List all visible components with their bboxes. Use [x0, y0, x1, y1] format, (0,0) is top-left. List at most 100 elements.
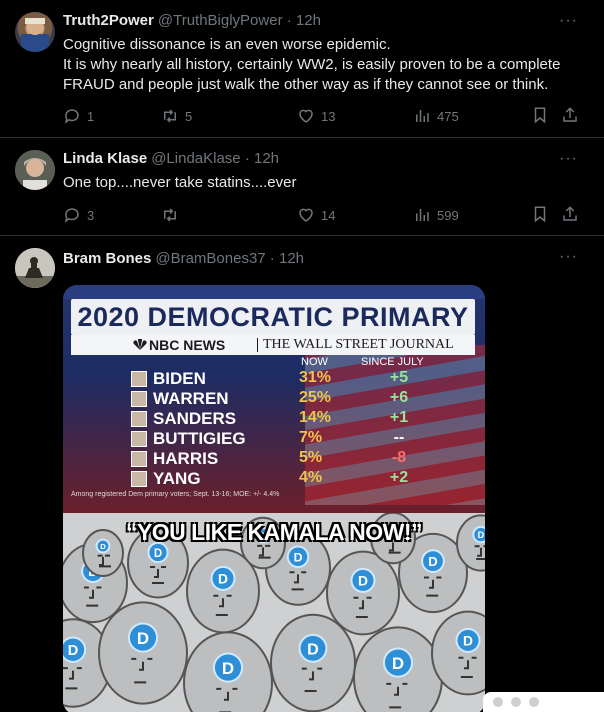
npc-badge-letter: D: [218, 571, 228, 587]
candidate-since: -8: [391, 449, 407, 466]
candidate-photo: [131, 391, 147, 407]
analytics-icon: [413, 206, 431, 224]
poll-title: 2020 DEMOCRATIC PRIMARY: [77, 302, 469, 332]
poll-footnote: Among registered Dem primary voters; Sep…: [71, 491, 280, 498]
tweet-text-line: Cognitive dissonance is an even worse ep…: [63, 36, 391, 53]
poll-source-nbc: NBC NEWS: [149, 337, 226, 353]
candidate-row: WARREN 25% +6: [131, 389, 461, 409]
heart-icon: [297, 107, 315, 125]
more-options-icon[interactable]: ···: [559, 248, 578, 266]
like-button[interactable]: 13: [297, 106, 335, 126]
candidate-since: +5: [389, 369, 409, 386]
npc-badge-letter: D: [307, 640, 319, 658]
tweet[interactable]: Linda Klase @LindaKlase · 12h ··· One top…: [0, 138, 604, 236]
candidate-row: SANDERS 14% +1: [131, 409, 461, 429]
tweet[interactable]: Truth2Power @TruthBiglyPower · 12h ··· Co…: [0, 0, 604, 138]
col-since-header: SINCE JULY: [361, 356, 424, 368]
author-handle-time[interactable]: @TruthBiglyPower · 12h: [158, 12, 321, 29]
window-controls: [483, 692, 604, 712]
candidate-row: BIDEN 31% +5: [131, 369, 461, 389]
retweet-button[interactable]: 5: [161, 106, 192, 126]
share-icon[interactable]: [561, 205, 579, 223]
npc-badge-letter: D: [463, 633, 473, 649]
npc-meme: DDDDDDDDDDDDDDDD “YOU LIKE KAMALA NOW!”: [63, 513, 485, 712]
author-handle-time[interactable]: @BramBones37 · 12h: [155, 250, 304, 267]
author-name[interactable]: Linda Klase: [63, 150, 147, 167]
retweet-button[interactable]: [161, 205, 185, 225]
poll-graphic: 2020 DEMOCRATIC PRIMARY NBC NEWS THE WAL…: [63, 285, 485, 513]
candidate-since: +1: [389, 409, 409, 426]
candidate-name: SANDERS: [153, 409, 237, 428]
tweet-media-image[interactable]: 2020 DEMOCRATIC PRIMARY NBC NEWS THE WAL…: [63, 285, 485, 712]
reply-count: 3: [87, 207, 95, 223]
candidate-row: HARRIS 5% -8: [131, 449, 461, 469]
heart-icon: [297, 206, 315, 224]
npc-head: D: [326, 550, 400, 636]
control-dot[interactable]: [529, 697, 539, 707]
candidate-name: WARREN: [153, 389, 229, 408]
views-button[interactable]: 599: [413, 205, 459, 225]
views-count: 599: [437, 207, 459, 223]
reply-icon: [63, 107, 81, 125]
npc-badge-letter: D: [294, 550, 303, 564]
avatar[interactable]: [15, 248, 55, 288]
author-name[interactable]: Truth2Power: [63, 12, 154, 29]
npc-badge-letter: D: [428, 554, 437, 569]
candidate-photo: [131, 471, 147, 487]
candidate-photo: [131, 411, 147, 427]
candidate-name: YANG: [153, 469, 201, 488]
control-dot[interactable]: [493, 697, 503, 707]
views-button[interactable]: 475: [413, 106, 459, 126]
candidate-now: 14%: [299, 409, 332, 426]
candidate-now: 4%: [299, 469, 323, 486]
candidate-now: 5%: [299, 449, 323, 466]
npc-head: D: [353, 626, 443, 712]
views-count: 475: [437, 108, 459, 124]
control-dot[interactable]: [511, 697, 521, 707]
reply-button[interactable]: 1: [63, 106, 94, 126]
candidate-row: BUTTIGIEG 7% --: [131, 429, 461, 449]
avatar[interactable]: [15, 150, 55, 190]
candidate-photo: [131, 431, 147, 447]
npc-badge-letter: D: [137, 629, 149, 648]
share-icon[interactable]: [561, 106, 579, 124]
candidate-since: +2: [389, 469, 409, 486]
candidate-photo: [131, 451, 147, 467]
candidate-since: +6: [389, 389, 409, 406]
candidate-now: 7%: [299, 429, 323, 446]
candidate-now: 31%: [299, 369, 332, 386]
reply-button[interactable]: 3: [63, 205, 94, 225]
retweet-icon: [161, 206, 179, 224]
candidate-name: HARRIS: [153, 449, 219, 468]
more-options-icon[interactable]: ···: [559, 12, 578, 30]
bookmark-icon[interactable]: [531, 106, 549, 124]
tweet-text-line: It is why nearly all history, certainly …: [63, 56, 561, 73]
candidate-name: BUTTIGIEG: [153, 429, 246, 448]
bookmark-icon[interactable]: [531, 205, 549, 223]
candidate-photo: [131, 371, 147, 387]
candidate-now: 25%: [299, 389, 332, 406]
npc-badge-letter: D: [154, 548, 162, 560]
reply-icon: [63, 206, 81, 224]
like-button[interactable]: 14: [297, 205, 335, 225]
npc-badge-letter: D: [392, 654, 404, 673]
retweet-count: 5: [185, 108, 193, 124]
candidate-name: BIDEN: [153, 369, 206, 388]
author-name[interactable]: Bram Bones: [63, 250, 151, 267]
meme-caption: “YOU LIKE KAMALA NOW!”: [125, 519, 423, 545]
avatar[interactable]: [15, 12, 55, 52]
author-handle-time[interactable]: @LindaKlase · 12h: [151, 150, 279, 167]
npc-badge-letter: D: [358, 573, 368, 589]
reply-count: 1: [87, 108, 95, 124]
candidate-since: --: [393, 429, 405, 446]
like-count: 13: [321, 108, 336, 124]
nbc-peacock-icon: [133, 339, 147, 350]
retweet-icon: [161, 107, 179, 125]
like-count: 14: [321, 207, 336, 223]
npc-badge-letter: D: [222, 659, 234, 678]
tweet-text: One top....never take statins....ever: [63, 173, 296, 193]
tweet-text-line: One top....never take statins....ever: [63, 174, 297, 191]
candidate-row: YANG 4% +2: [131, 469, 461, 489]
more-options-icon[interactable]: ···: [559, 150, 578, 168]
npc-head: D: [98, 601, 188, 705]
